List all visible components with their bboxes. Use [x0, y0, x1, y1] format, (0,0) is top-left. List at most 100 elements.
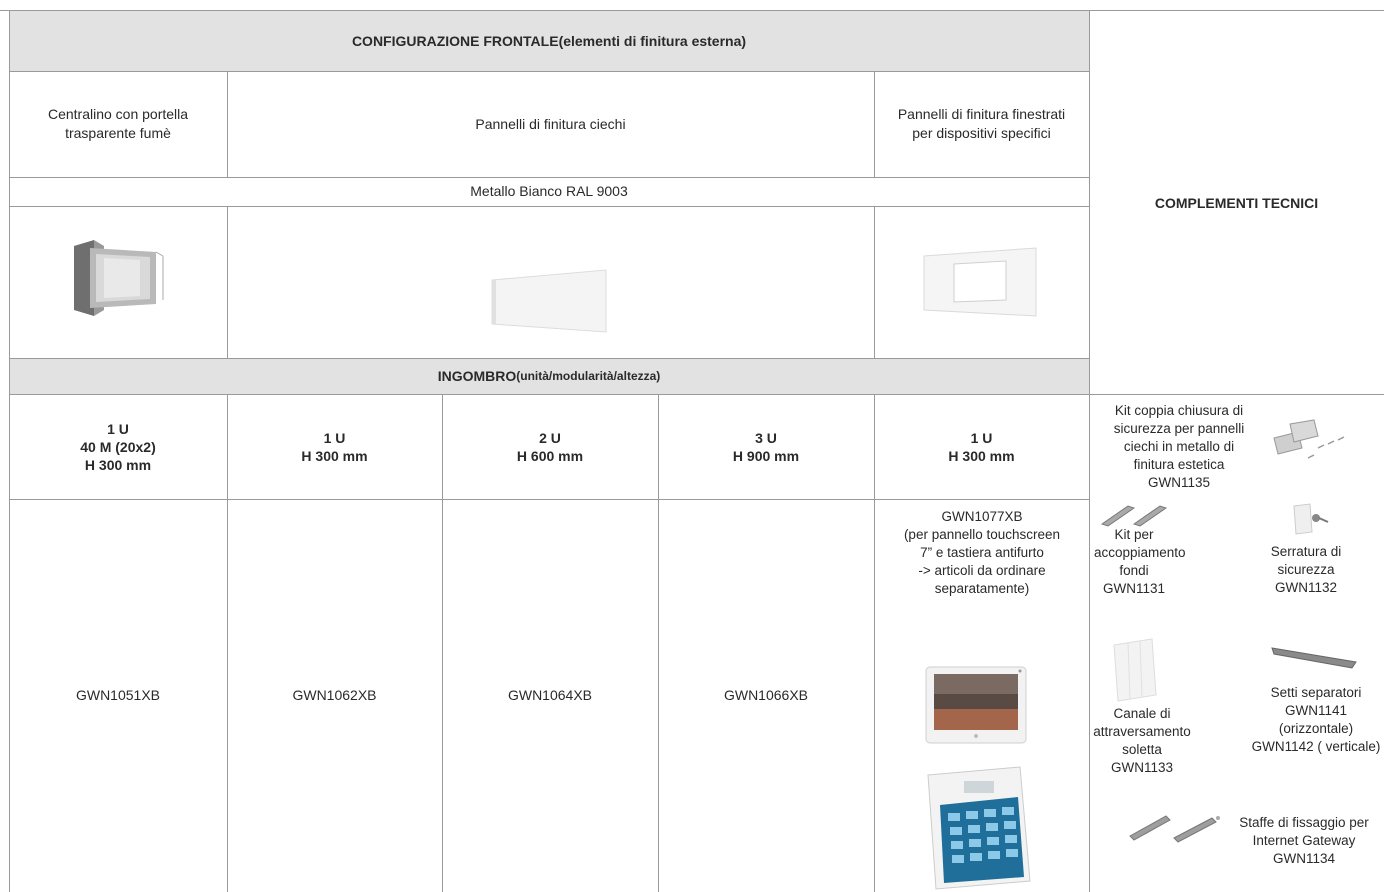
row-line-5 — [9, 394, 1384, 395]
size-2-units: 1 U — [323, 429, 346, 446]
size-1-height: H 300 mm — [84, 456, 152, 473]
lock-kit-icon — [1273, 419, 1345, 459]
ingombro-title: INGOMBRO (unità/modularità/altezza) — [9, 358, 1089, 394]
comp-coupling-kit-text: Kit per accoppiamento fondi GWN1131 — [1094, 526, 1186, 598]
windowed-panel-icon — [923, 247, 1037, 317]
special-line2: 7” e tastiera antifurto — [920, 545, 1044, 560]
col-line-1 — [227, 71, 228, 177]
category-pannelli-ciechi: Pannelli di finitura ciechi — [227, 71, 874, 177]
config-title-bold: CONFIGURAZIONE FRONTALE — [351, 33, 559, 49]
size-cell-3: 2 U H 600 mm — [442, 394, 658, 499]
code-2: GWN1062XB — [292, 687, 377, 703]
size-cell-2: 1 U H 300 mm — [227, 394, 442, 499]
col-line-2 — [442, 394, 443, 892]
code-cell-2: GWN1062XB — [227, 499, 442, 892]
col-line-4b — [874, 206, 875, 358]
category-pannelli-finestrati: Pannelli di finitura finestrati per disp… — [874, 71, 1089, 177]
category-finestrati-line2: per dispositivi specifici — [912, 125, 1051, 141]
size-5-height: H 300 mm — [948, 447, 1015, 464]
category-finestrati-line1: Pannelli di finitura finestrati — [897, 106, 1066, 122]
code-4: GWN1066XB — [723, 687, 809, 703]
comp-coupling-line3: fondi — [1119, 563, 1149, 578]
comp-separator-text: Setti separatori GWN1141 (orizzontale) G… — [1248, 684, 1384, 756]
comp-separator-code2: GWN1142 ( verticale) — [1251, 739, 1381, 754]
row-line-1 — [9, 71, 1089, 72]
ingombro-bold: INGOMBRO — [437, 368, 517, 384]
comp-separator-code1: GWN1141 — [1284, 703, 1348, 718]
material-label: Metallo Bianco RAL 9003 — [9, 177, 1089, 206]
code-3: GWN1064XB — [507, 687, 593, 703]
code-cell-4: GWN1066XB — [658, 499, 874, 892]
special-code-text: GWN1077XB (per pannello touchscreen 7” e… — [876, 508, 1088, 598]
category-centralino-line1: Centralino con portella — [47, 106, 189, 122]
code-cell-1: GWN1051XB — [9, 499, 227, 892]
complementi-title: COMPLEMENTI TECNICI — [1089, 11, 1384, 394]
touchscreen-icon — [925, 666, 1027, 744]
comp-brackets-line1: Staffe di fissaggio per — [1239, 815, 1369, 830]
size-cell-5: 1 U H 300 mm — [874, 394, 1089, 499]
special-line4: separatamente) — [934, 581, 1030, 596]
category-pannelli-ciechi-label: Pannelli di finitura ciechi — [475, 115, 626, 132]
comp-key-lock-line1: Serratura di — [1270, 544, 1342, 559]
comp-channel-line2: attraversamento — [1093, 724, 1191, 739]
size-5-units: 1 U — [970, 429, 993, 446]
config-title-rest: (elementi di finitura esterna) — [558, 33, 747, 49]
col-line-4 — [874, 71, 875, 177]
col-line-5 — [1089, 10, 1090, 892]
row-line-3 — [9, 206, 1089, 207]
comp-channel-text: Canale di attraversamento soletta GWN113… — [1086, 705, 1198, 777]
code-cell-3: GWN1064XB — [442, 499, 658, 892]
size-3-height: H 600 mm — [516, 447, 584, 464]
comp-channel-line3: soletta — [1122, 742, 1162, 757]
code-1: GWN1051XB — [75, 687, 161, 703]
size-1-units: 1 U — [107, 420, 129, 437]
size-1-modules: 40 M (20x2) — [80, 438, 156, 455]
comp-lock-kit-line4: finitura estetica — [1133, 457, 1225, 472]
size-4-height: H 900 mm — [732, 447, 800, 464]
comp-lock-kit-line2: sicurezza per pannelli — [1113, 421, 1245, 436]
col-line-1b — [227, 206, 228, 358]
alarm-keypad-icon — [927, 766, 1031, 890]
size-cell-4: 3 U H 900 mm — [658, 394, 874, 499]
config-title: CONFIGURAZIONE FRONTALE (elementi di fin… — [9, 11, 1089, 71]
row-line-2 — [9, 177, 1089, 178]
col-line-left — [9, 10, 10, 892]
size-cell-1: 1 U 40 M (20x2) H 300 mm — [9, 394, 227, 499]
comp-lock-kit-code: GWN1135 — [1147, 475, 1211, 490]
crossing-channel-icon — [1113, 638, 1157, 702]
special-line1: (per pannello touchscreen — [903, 527, 1061, 542]
row-line-4 — [9, 358, 1089, 359]
size-2-height: H 300 mm — [301, 447, 368, 464]
top-rule — [0, 10, 1384, 11]
row-line-6 — [9, 499, 1089, 500]
ingombro-rest: (unità/modularità/altezza) — [516, 368, 661, 383]
comp-key-lock-code: GWN1132 — [1274, 580, 1338, 595]
comp-channel-code: GWN1133 — [1110, 760, 1174, 775]
comp-brackets-code: GWN1134 — [1272, 851, 1336, 866]
complementi-title-text: COMPLEMENTI TECNICI — [1154, 194, 1319, 211]
key-lock-icon — [1293, 503, 1329, 535]
smoked-door-panel-icon — [74, 240, 164, 316]
material-text: Metallo Bianco RAL 9003 — [470, 183, 628, 199]
comp-brackets-text: Staffe di fissaggio per Internet Gateway… — [1226, 814, 1382, 868]
special-line3: -> articoli da ordinare — [918, 563, 1046, 578]
comp-lock-kit-line3: ciechi in metallo di — [1123, 439, 1235, 454]
size-4-units: 3 U — [755, 429, 777, 446]
comp-coupling-line1: Kit per — [1114, 527, 1154, 542]
comp-key-lock-text: Serratura di sicurezza GWN1132 — [1256, 543, 1356, 597]
comp-separator-line2: (orizzontale) — [1278, 721, 1354, 736]
comp-separator-line1: Setti separatori — [1270, 685, 1362, 700]
blind-panel-icon — [491, 269, 607, 333]
comp-coupling-code: GWN1131 — [1102, 581, 1166, 596]
comp-coupling-line2: accoppiamento — [1094, 545, 1186, 560]
col-line-3 — [658, 394, 659, 892]
category-centralino: Centralino con portella trasparente fumè — [9, 71, 227, 177]
col-line-4c — [874, 394, 875, 892]
comp-lock-kit-line1: Kit coppia chiusura di — [1114, 403, 1244, 418]
col-line-1c — [227, 394, 228, 892]
special-code: GWN1077XB — [941, 509, 1023, 524]
comp-key-lock-line2: sicurezza — [1277, 562, 1335, 577]
comp-lock-kit-text: Kit coppia chiusura di sicurezza per pan… — [1094, 402, 1264, 492]
size-3-units: 2 U — [539, 429, 561, 446]
comp-channel-line1: Canale di — [1113, 706, 1171, 721]
